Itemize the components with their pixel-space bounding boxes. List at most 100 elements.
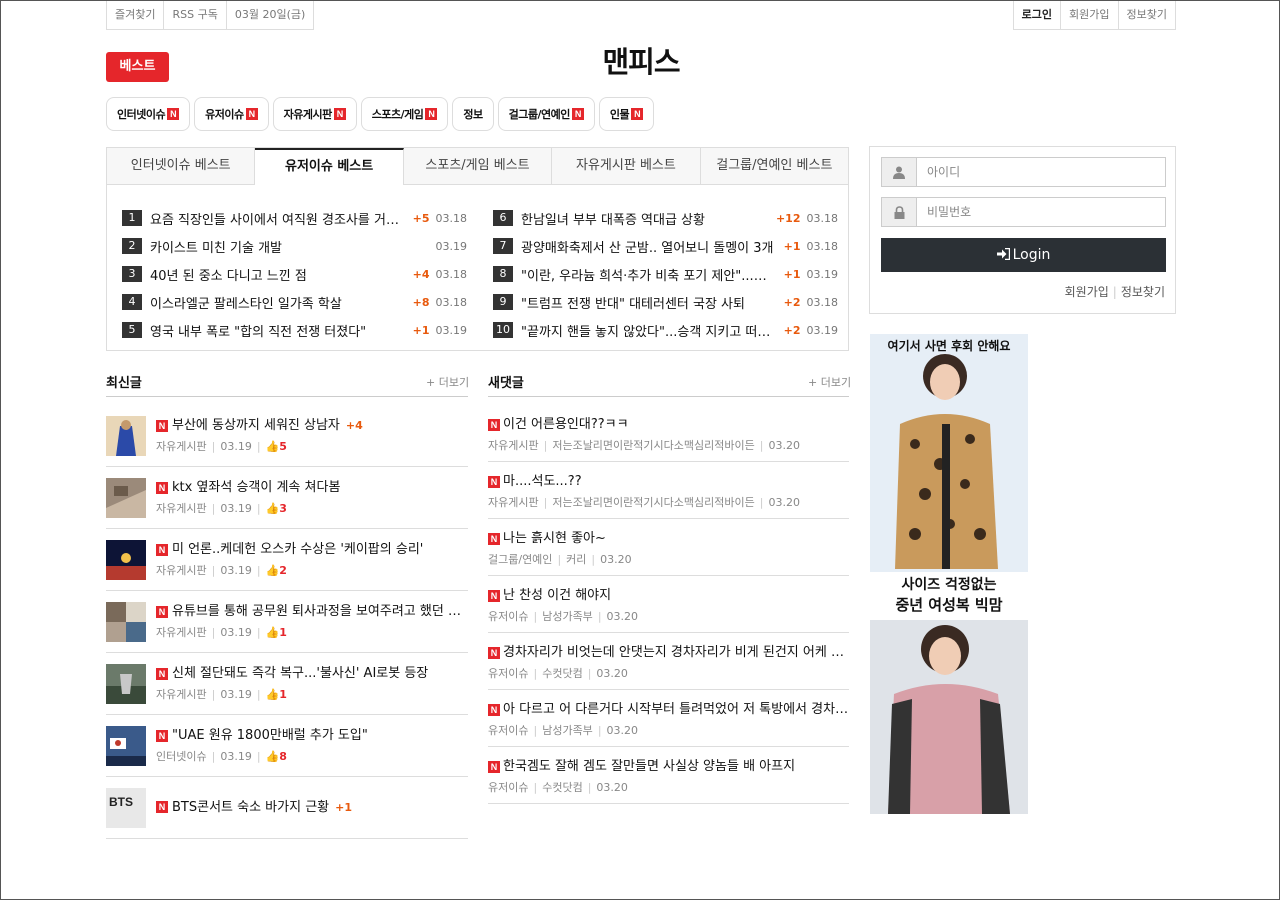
post-title[interactable]: 유튜브를 통해 공무원 퇴사과정을 보여주려고 했던 공무원: [172, 604, 468, 619]
author-name[interactable]: 수컷닷컴: [542, 781, 582, 794]
category-girlgroup[interactable]: 걸그룹/연예인 N: [497, 97, 595, 131]
board-name: 자유게시판: [488, 496, 539, 509]
best-item-title[interactable]: 이스라엘군 팔레스타인 일가족 학살: [150, 293, 407, 312]
list-item[interactable]: BTS N BTS콘서트 숙소 바가지 근황 +1: [106, 777, 468, 839]
comment-text[interactable]: 마....석도...??: [503, 474, 582, 489]
new-icon: N: [156, 605, 168, 618]
tab-internet-best[interactable]: 인터넷이슈 베스트: [107, 148, 256, 184]
best-item[interactable]: 5 영국 내부 폭로 "합의 직전 전쟁 터졌다" +1 03.19: [122, 316, 467, 344]
post-thumbnail[interactable]: [106, 663, 146, 704]
list-item[interactable]: N 미 언론..케데헌 오스카 수상은 '케이팝의 승리' 자유게시판 | 03.19 |…: [106, 529, 468, 591]
best-item-title[interactable]: "끝까지 핸들 놓지 않았다"...승객 지키고 떠난 버스기사: [521, 321, 778, 340]
board-name: 자유게시판: [156, 688, 207, 701]
post-thumbnail[interactable]: [106, 539, 146, 580]
list-item[interactable]: N 경차자리가 비엇는데 안댓는지 경차자리가 비게 된건지 어케 아냐고 유저이슈…: [488, 633, 849, 690]
best-item[interactable]: 4 이스라엘군 팔레스타인 일가족 학살 +8 03.18: [122, 288, 467, 316]
list-item[interactable]: N 신체 절단돼도 즉각 복구...'불사신' AI로봇 등장 자유게시판 | 03.1…: [106, 653, 468, 715]
post-title[interactable]: ktx 옆좌석 승객이 계속 쳐다봄: [172, 480, 340, 495]
list-item[interactable]: N아 다르고 어 다른거다 시작부터 틀려먹었어 저 톡방에서 경차 얘기 유저이…: [488, 690, 849, 747]
best-posts-panel: 인터넷이슈 베스트 유저이슈 베스트 스포츠/게임 베스트 자유게시판 베스트 …: [106, 147, 849, 351]
best-item[interactable]: 1 요즘 직장인들 사이에서 여직원 경조사를 거르는 이유 +5 03.18: [122, 204, 467, 232]
login-link[interactable]: 로그인: [1014, 1, 1062, 29]
author-name[interactable]: 저는조날리면이란적기시다소맥심리적바이든: [552, 496, 754, 509]
comment-text[interactable]: 한국겜도 잘해 겜도 잘만들면 사실상 양놈들 배 아프지: [503, 759, 795, 774]
login-button[interactable]: Login: [881, 238, 1166, 272]
board-name: 유저이슈: [488, 781, 529, 794]
best-item-title[interactable]: 한남일녀 부부 대폭증 역대급 상황: [521, 209, 770, 228]
post-title[interactable]: 신체 절단돼도 즉각 복구...'불사신' AI로봇 등장: [172, 666, 428, 681]
author-name[interactable]: 수컷닷컴: [542, 667, 582, 680]
tab-free-best[interactable]: 자유게시판 베스트: [552, 148, 701, 184]
category-person[interactable]: 인물 N: [598, 97, 655, 131]
best-item[interactable]: 2 카이스트 미친 기술 개발 03.19: [122, 232, 467, 260]
find-info-link[interactable]: 정보찾기: [1119, 1, 1175, 29]
author-name[interactable]: 저는조날리면이란적기시다소맥심리적바이든: [552, 439, 754, 452]
best-item[interactable]: 10 "끝까지 핸들 놓지 않았다"...승객 지키고 떠난 버스기사 +2 03.1…: [493, 316, 838, 344]
post-title[interactable]: BTS콘서트 숙소 바가지 근황: [172, 800, 329, 815]
board-name: 걸그룹/연예인: [488, 553, 553, 566]
category-user-issue[interactable]: 유저이슈 N: [194, 97, 269, 131]
post-title[interactable]: 부산에 동상까지 세워진 상남자: [172, 418, 340, 433]
author-name[interactable]: 남성가족부: [542, 610, 593, 623]
password-field[interactable]: 비밀번호: [881, 197, 1166, 227]
list-item[interactable]: N 부산에 동상까지 세워진 상남자 +4 자유게시판 | 03.19 | 👍5: [106, 405, 468, 467]
list-item[interactable]: Nktx 옆좌석 승객이 계속 쳐다봄 자유게시판 | 03.19 | 👍3: [106, 467, 468, 529]
comments-more-link[interactable]: + 더보기: [808, 374, 851, 390]
tab-girlgroup-best[interactable]: 걸그룹/연예인 베스트: [701, 148, 848, 184]
author-name[interactable]: 남성가족부: [542, 724, 593, 737]
signup-link[interactable]: 회원가입: [1065, 285, 1109, 299]
new-icon: N: [488, 760, 500, 773]
list-item[interactable]: N 마....석도...?? 자유게시판 | 저는조날리면이란적기시다소맥심리적바이든 |…: [488, 462, 849, 519]
list-item[interactable]: N난 찬성 이건 해야지 유저이슈 | 남성가족부 | 03.20: [488, 576, 849, 633]
comment-text[interactable]: 아 다르고 어 다른거다 시작부터 틀려먹었어 저 톡방에서 경차 얘기: [503, 702, 849, 717]
best-item-title[interactable]: 영국 내부 폭로 "합의 직전 전쟁 터졌다": [150, 321, 407, 340]
favorite-link[interactable]: 즐겨찾기: [107, 1, 165, 29]
id-field[interactable]: 아이디: [881, 157, 1166, 187]
best-item-title[interactable]: 카이스트 미친 기술 개발: [150, 237, 430, 256]
best-item-title[interactable]: 40년 된 중소 다니고 느낀 점: [150, 265, 407, 284]
list-item[interactable]: N 유튜브를 통해 공무원 퇴사과정을 보여주려고 했던 공무원 자유게시판 | 03.…: [106, 591, 468, 653]
best-item-title[interactable]: 광양매화축제서 산 군밤.. 열어보니 돌멩이 3개: [521, 237, 778, 256]
find-info-link[interactable]: 정보찾기: [1121, 285, 1165, 299]
list-item[interactable]: N 나는 흙시현 좋아~ 걸그룹/연예인 | 커리 | 03.20: [488, 519, 849, 576]
post-thumbnail[interactable]: [106, 725, 146, 766]
category-info[interactable]: 정보: [452, 97, 494, 131]
best-item[interactable]: 3 40년 된 중소 다니고 느낀 점 +4 03.18: [122, 260, 467, 288]
rank-badge: 3: [122, 266, 142, 282]
comment-text[interactable]: 이건 어른용인대??ㅋㅋ: [503, 417, 629, 432]
post-title[interactable]: "UAE 원유 1800만배럴 추가 도입": [172, 728, 368, 743]
tab-sports-best[interactable]: 스포츠/게임 베스트: [404, 148, 553, 184]
best-item[interactable]: 9 "트럼프 전쟁 반대" 대테러센터 국장 사퇴 +2 03.18: [493, 288, 838, 316]
author-name[interactable]: 커리: [566, 553, 586, 566]
category-internet-issue[interactable]: 인터넷이슈 N: [106, 97, 191, 131]
comment-count: +1: [783, 267, 801, 281]
post-thumbnail[interactable]: [106, 601, 146, 642]
best-item-title[interactable]: "이란, 우라늄 희석·추가 비축 포기 제안"...그런데 결렬: [521, 265, 778, 284]
category-sports-game[interactable]: 스포츠/게임 N: [360, 97, 449, 131]
best-item[interactable]: 8 "이란, 우라늄 희석·추가 비축 포기 제안"...그런데 결렬 +1 03.1…: [493, 260, 838, 288]
like-count: 👍1: [265, 626, 287, 639]
post-thumbnail[interactable]: BTS: [106, 787, 146, 828]
comment-meta: 유저이슈 | 수컷닷컴 | 03.20: [488, 667, 628, 680]
signup-link[interactable]: 회원가입: [1061, 1, 1119, 29]
best-item[interactable]: 7 광양매화축제서 산 군밤.. 열어보니 돌멩이 3개 +1 03.18: [493, 232, 838, 260]
post-thumbnail[interactable]: [106, 415, 146, 456]
list-item[interactable]: N "UAE 원유 1800만배럴 추가 도입" 인터넷이슈 | 03.19 | 👍8: [106, 715, 468, 777]
list-item[interactable]: N 한국겜도 잘해 겜도 잘만들면 사실상 양놈들 배 아프지 유저이슈 | 수컷닷컴 |…: [488, 747, 849, 804]
rss-link[interactable]: RSS 구독: [164, 1, 227, 29]
comment-text[interactable]: 난 찬성 이건 해야지: [503, 588, 611, 603]
site-logo[interactable]: 맨피스: [1, 39, 1280, 81]
comment-text[interactable]: 나는 흙시현 좋아~: [503, 531, 606, 546]
list-item[interactable]: N 이건 어른용인대??ㅋㅋ 자유게시판 | 저는조날리면이란적기시다소맥심리적바이든 |…: [488, 405, 849, 462]
category-free-board[interactable]: 자유게시판 N: [272, 97, 357, 131]
best-item-title[interactable]: "트럼프 전쟁 반대" 대테러센터 국장 사퇴: [521, 293, 778, 312]
latest-more-link[interactable]: + 더보기: [426, 374, 469, 390]
advertisement-banner[interactable]: 여기서 사면 후회 안해요 사이즈 걱정없는 중년 여성복 빅맘: [870, 334, 1028, 814]
best-item[interactable]: 6 한남일녀 부부 대폭증 역대급 상황 +12 03.18: [493, 204, 838, 232]
comment-text[interactable]: 경차자리가 비엇는데 안댓는지 경차자리가 비게 된건지 어케 아냐고: [503, 645, 849, 660]
top-bar: 즐겨찾기 RSS 구독 03월 20일(금) 로그인 회원가입 정보찾기: [106, 1, 1176, 30]
post-thumbnail[interactable]: [106, 477, 146, 518]
post-title[interactable]: 미 언론..케데헌 오스카 수상은 '케이팝의 승리': [172, 542, 423, 557]
best-item-title[interactable]: 요즘 직장인들 사이에서 여직원 경조사를 거르는 이유: [150, 209, 407, 228]
tab-user-best[interactable]: 유저이슈 베스트: [255, 148, 404, 185]
